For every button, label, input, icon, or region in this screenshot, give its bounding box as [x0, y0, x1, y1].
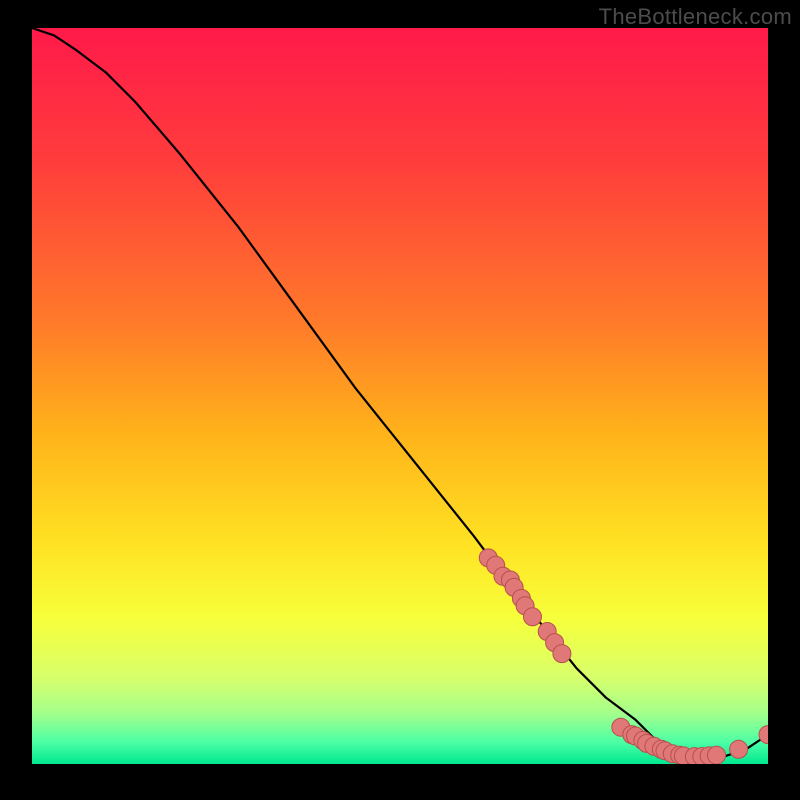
chart-svg [32, 28, 768, 764]
data-marker [730, 740, 748, 758]
data-marker [524, 608, 542, 626]
plot-area [32, 28, 768, 764]
chart-stage: TheBottleneck.com [0, 0, 800, 800]
data-marker [553, 645, 571, 663]
chart-background-gradient [32, 28, 768, 764]
data-marker [708, 746, 726, 764]
watermark-text: TheBottleneck.com [599, 4, 792, 30]
